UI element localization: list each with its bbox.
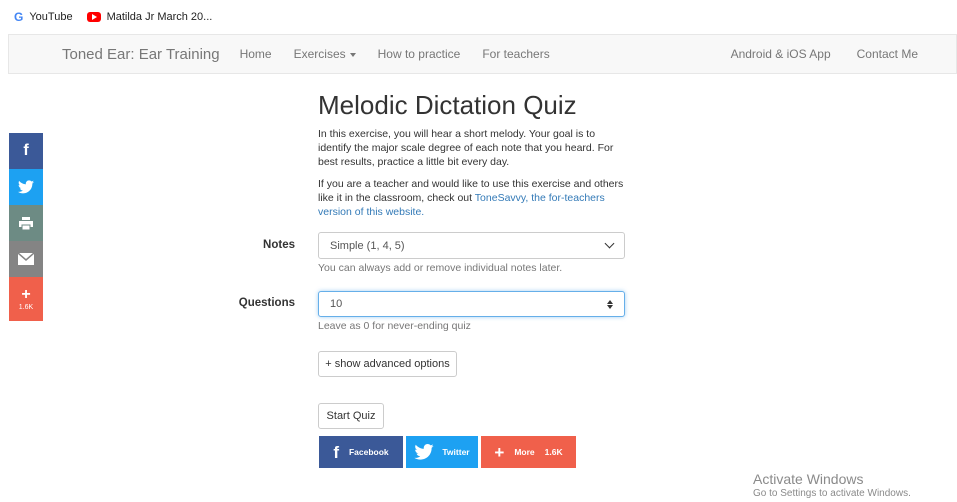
sidebar-share-twitter[interactable] [9, 169, 43, 205]
start-quiz-button[interactable]: Start Quiz [318, 403, 384, 429]
bookmark-youtube[interactable]: G YouTube [14, 10, 73, 24]
share-facebook-button[interactable]: f Facebook [319, 436, 403, 468]
share-twitter-button[interactable]: Twitter [406, 436, 478, 468]
questions-value: 10 [330, 298, 343, 310]
nav-contact[interactable]: Contact Me [857, 47, 918, 61]
plus-icon: + [494, 442, 505, 462]
google-icon: G [14, 10, 24, 24]
facebook-label: Facebook [348, 447, 389, 457]
chevron-down-icon [604, 238, 615, 249]
navbar: Toned Ear: Ear Training Home Exercises H… [8, 34, 957, 74]
plus-icon: + [21, 286, 31, 303]
share-more-button[interactable]: + More 1.6K [481, 436, 576, 468]
intro-text: In this exercise, you will hear a short … [318, 127, 628, 227]
nav-exercises-label: Exercises [293, 47, 346, 61]
bookmark-matilda[interactable]: Matilda Jr March 20... [86, 11, 213, 23]
intro-paragraph: In this exercise, you will hear a short … [318, 128, 614, 168]
sidebar-share-facebook[interactable]: f [9, 133, 43, 169]
twitter-icon [414, 444, 434, 460]
more-count: 1.6K [544, 447, 563, 457]
sidebar-email[interactable] [9, 241, 43, 277]
youtube-icon [86, 12, 101, 22]
questions-label: Questions [238, 297, 295, 309]
notes-select[interactable]: Simple (1, 4, 5) [318, 232, 625, 259]
notes-label: Notes [263, 239, 295, 251]
nav-right: Android & iOS App Contact Me [705, 47, 956, 61]
questions-help: Leave as 0 for never-ending quiz [318, 320, 471, 332]
nav-how-to-practice[interactable]: How to practice [378, 47, 461, 61]
bookmarks-bar: G YouTube Matilda Jr March 20... [0, 0, 957, 34]
email-icon [18, 253, 34, 265]
bookmark-label: Matilda Jr March 20... [106, 11, 213, 23]
notes-help: You can always add or remove individual … [318, 262, 563, 274]
nav-for-teachers[interactable]: For teachers [482, 47, 549, 61]
teacher-paragraph: If you are a teacher and would like to u… [318, 177, 628, 219]
facebook-icon: f [23, 142, 29, 159]
print-icon [19, 216, 33, 230]
nav-app[interactable]: Android & iOS App [731, 47, 831, 61]
twitter-icon [18, 180, 34, 194]
questions-input[interactable]: 10 [318, 291, 625, 317]
facebook-icon: f [333, 442, 339, 462]
watermark-title: Activate Windows [753, 471, 864, 487]
notes-value: Simple (1, 4, 5) [330, 239, 405, 252]
brand-link[interactable]: Toned Ear: Ear Training [62, 46, 220, 63]
more-label: More [514, 447, 535, 457]
share-count: 1.6K [18, 304, 34, 311]
bookmark-label: YouTube [29, 11, 73, 23]
page-title: Melodic Dictation Quiz [318, 90, 577, 120]
activate-windows-watermark: Activate Windows Go to Settings to activ… [753, 471, 911, 499]
stepper-icon[interactable] [607, 299, 613, 309]
nav-exercises[interactable]: Exercises [294, 47, 356, 61]
sidebar-more[interactable]: + 1.6K [9, 277, 43, 321]
twitter-label: Twitter [442, 447, 470, 457]
sidebar-print[interactable] [9, 205, 43, 241]
watermark-subtitle: Go to Settings to activate Windows. [753, 488, 911, 499]
share-sidebar: f + 1.6K [9, 133, 43, 321]
nav-home[interactable]: Home [240, 47, 272, 61]
caret-down-icon [349, 52, 356, 57]
advanced-options-button[interactable]: + show advanced options [318, 351, 457, 377]
